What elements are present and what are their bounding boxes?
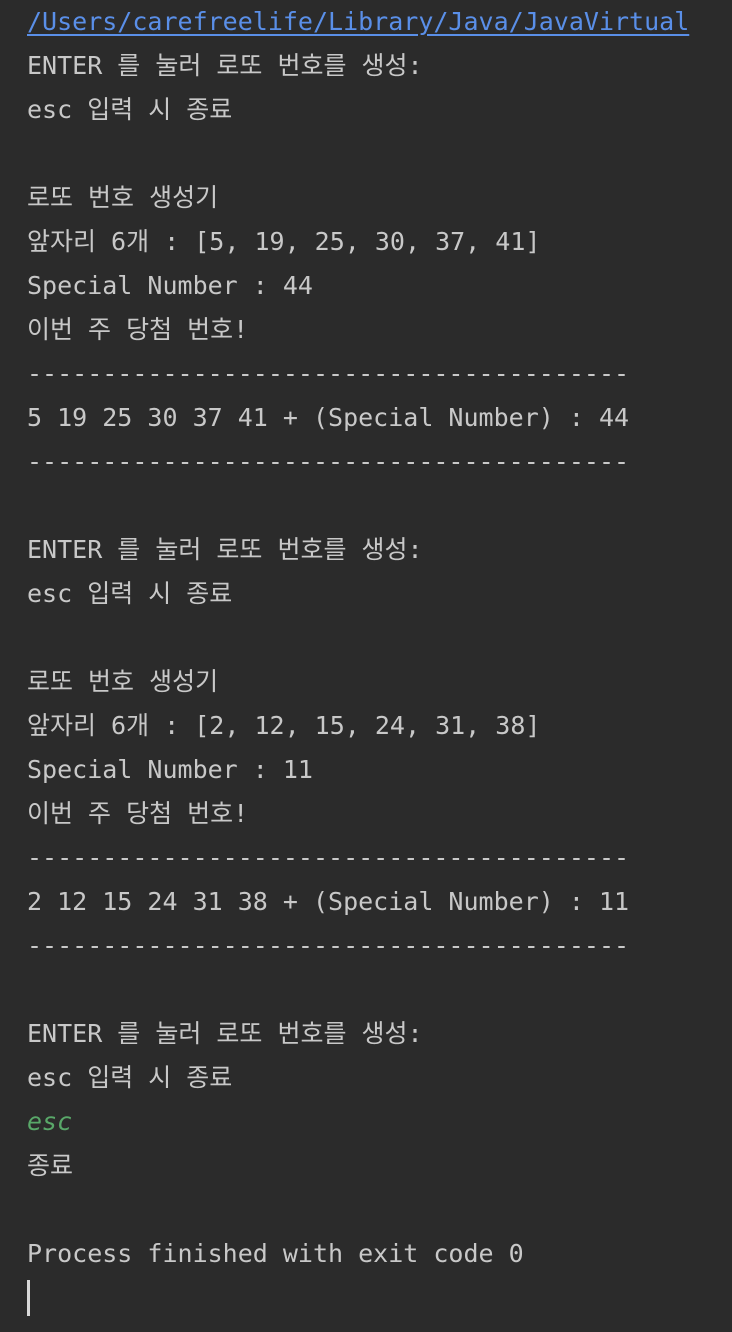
prompt-line: ENTER 를 눌러 로또 번호를 생성: — [27, 1019, 423, 1048]
generator-title-line: 로또 번호 생성기 — [27, 183, 219, 212]
divider-line: ---------------------------------------- — [27, 843, 630, 872]
winning-heading-line: 이번 주 당첨 번호! — [27, 799, 249, 828]
front-numbers-line: 앞자리 6개 : [2, 12, 15, 24, 31, 38] — [27, 711, 541, 740]
user-input-echo: esc — [27, 1107, 73, 1136]
exit-message-line: 종료 — [27, 1151, 74, 1180]
divider-line: ---------------------------------------- — [27, 447, 630, 476]
front-numbers-line: 앞자리 6개 : [5, 19, 25, 30, 37, 41] — [27, 227, 541, 256]
generator-title-line: 로또 번호 생성기 — [27, 667, 219, 696]
esc-hint-line: esc 입력 시 종료 — [27, 1063, 233, 1092]
divider-line: ---------------------------------------- — [27, 359, 630, 388]
winning-heading-line: 이번 주 당첨 번호! — [27, 315, 249, 344]
esc-hint-line: esc 입력 시 종료 — [27, 95, 233, 124]
special-number-line: Special Number : 44 — [27, 271, 313, 300]
prompt-line: ENTER 를 눌러 로또 번호를 생성: — [27, 51, 423, 80]
special-number-line: Special Number : 11 — [27, 755, 313, 784]
result-line: 5 19 25 30 37 41 + (Special Number) : 44 — [27, 403, 630, 432]
process-finished-line: Process finished with exit code 0 — [27, 1239, 524, 1268]
text-caret — [27, 1280, 30, 1316]
esc-hint-line: esc 입력 시 종료 — [27, 579, 233, 608]
divider-line: ---------------------------------------- — [27, 931, 630, 960]
result-line: 2 12 15 24 31 38 + (Special Number) : 11 — [27, 887, 630, 916]
prompt-line: ENTER 를 눌러 로또 번호를 생성: — [27, 535, 423, 564]
executable-path-link[interactable]: /Users/carefreelife/Library/Java/JavaVir… — [27, 0, 689, 44]
